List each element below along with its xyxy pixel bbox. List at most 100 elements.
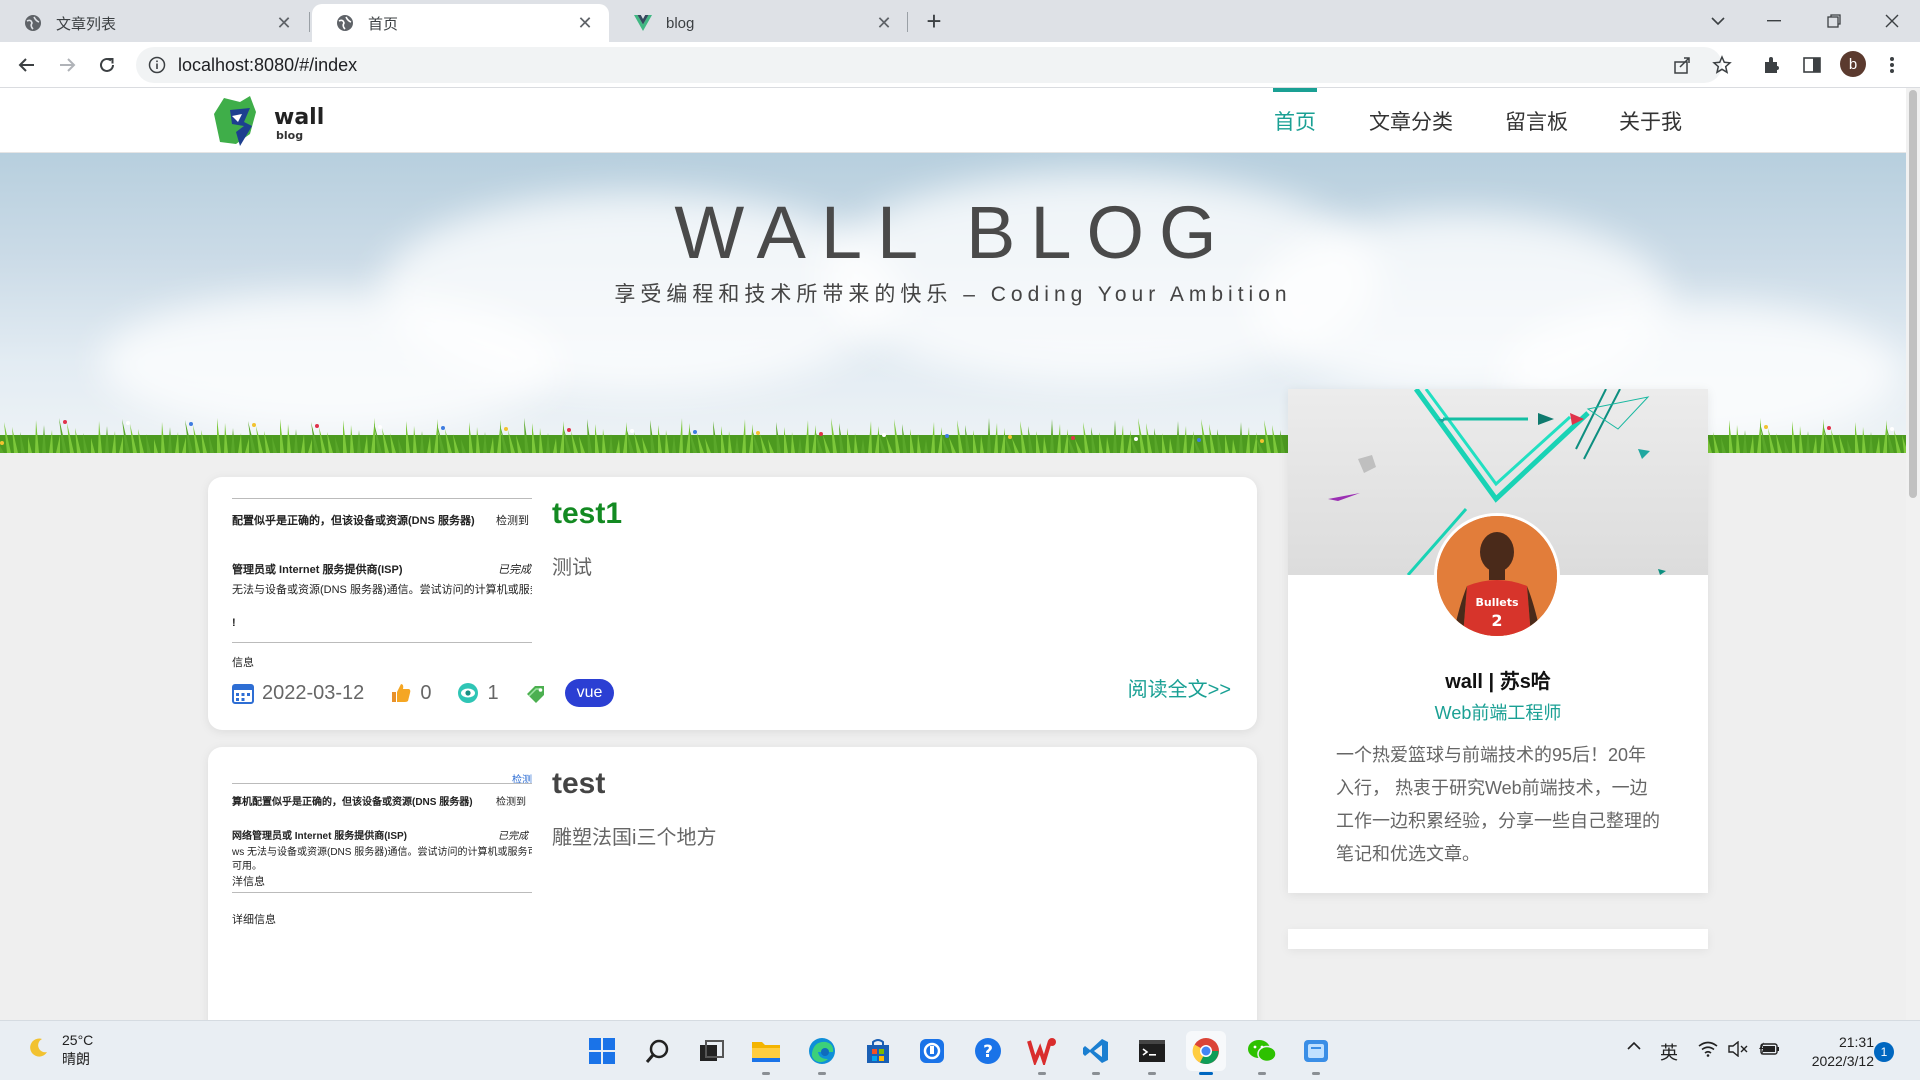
back-icon[interactable] bbox=[13, 51, 41, 79]
thumb-line: 详细信息 bbox=[232, 914, 276, 926]
article-title[interactable]: test bbox=[552, 767, 605, 801]
article-card[interactable]: 检测 算机配置似乎是正确的，但该设备或资源(DNS 服务器) 检测到 网络管理员… bbox=[208, 747, 1257, 1020]
windows-taskbar: 25°C 晴朗 ? 英 21:31 2022/3/12 1 bbox=[0, 1020, 1920, 1080]
running-indicator bbox=[762, 1072, 770, 1075]
jersey-text: Bullets bbox=[1475, 596, 1518, 609]
nav-categories[interactable]: 文章分类 bbox=[1369, 88, 1453, 153]
logo-text: wall bbox=[274, 105, 324, 130]
system-clock[interactable]: 21:31 2022/3/12 bbox=[1784, 1033, 1874, 1071]
nav-message-board[interactable]: 留言板 bbox=[1505, 88, 1568, 153]
article-title[interactable]: test1 bbox=[552, 497, 622, 531]
nav-home[interactable]: 首页 bbox=[1273, 88, 1317, 153]
author-avatar: Bullets 2 bbox=[1434, 513, 1560, 639]
bookmark-star-icon[interactable] bbox=[1710, 53, 1734, 77]
browser-toolbar: localhost:8080/#/index bbox=[0, 42, 1920, 88]
address-bar[interactable]: localhost:8080/#/index bbox=[136, 47, 1722, 83]
terminal-icon[interactable] bbox=[1132, 1031, 1172, 1075]
nav-about[interactable]: 关于我 bbox=[1619, 88, 1682, 153]
input-method-indicator[interactable]: 英 bbox=[1660, 1039, 1678, 1065]
tab-search-icon[interactable] bbox=[1690, 0, 1746, 42]
volume-muted-icon[interactable] bbox=[1728, 1040, 1748, 1062]
tag-badge[interactable]: vue bbox=[564, 679, 615, 707]
wechat-icon[interactable] bbox=[1242, 1031, 1282, 1075]
weather-temp: 25°C bbox=[62, 1032, 94, 1048]
tab-title: 文章列表 bbox=[56, 15, 117, 33]
more-menu-icon[interactable] bbox=[1880, 53, 1904, 77]
article-description: 测试 bbox=[552, 557, 592, 579]
store-icon[interactable] bbox=[858, 1031, 898, 1071]
close-tab-icon[interactable]: ✕ bbox=[274, 13, 294, 33]
site-logo[interactable]: wall blog bbox=[210, 92, 330, 150]
page-viewport: wall blog 首页 文章分类 留言板 关于我 WALL BLOG 享受编程… bbox=[0, 88, 1906, 1020]
tab-article-list[interactable]: 文章列表 ✕ bbox=[0, 4, 308, 42]
minimize-icon[interactable] bbox=[1746, 0, 1802, 42]
close-tab-icon[interactable]: ✕ bbox=[874, 13, 894, 33]
chrome-icon[interactable] bbox=[1186, 1031, 1226, 1075]
battery-icon[interactable] bbox=[1758, 1041, 1780, 1062]
start-icon[interactable] bbox=[582, 1031, 622, 1071]
tab-title: blog bbox=[666, 14, 695, 32]
close-window-icon[interactable] bbox=[1864, 0, 1920, 42]
thumb-line: 无法与设备或资源(DNS 服务器)通信。尝试访问的计算机或服务 bbox=[232, 584, 532, 596]
clock-date: 2022/3/12 bbox=[1811, 1053, 1874, 1069]
svg-text:?: ? bbox=[983, 1042, 993, 1062]
weather-widget[interactable]: 25°C 晴朗 bbox=[26, 1031, 93, 1069]
thumb-rule bbox=[232, 783, 532, 784]
article-likes[interactable]: 0 bbox=[390, 682, 431, 705]
chevron-up-icon[interactable] bbox=[1626, 1038, 1642, 1059]
tab-blog[interactable]: blog ✕ bbox=[610, 4, 908, 42]
tab-title: 首页 bbox=[368, 15, 399, 33]
page-scrollbar[interactable] bbox=[1906, 88, 1920, 1020]
tab-divider bbox=[907, 12, 908, 32]
side-panel-icon[interactable] bbox=[1800, 53, 1824, 77]
thumb-line: ws 无法与设备或资源(DNS 服务器)通信。尝试访问的计算机或服务可能 bbox=[232, 847, 532, 858]
notepad-app-icon[interactable] bbox=[1296, 1031, 1336, 1075]
clock-time: 21:31 bbox=[1838, 1034, 1874, 1050]
task-view-icon[interactable] bbox=[692, 1031, 732, 1071]
cloud-decoration bbox=[100, 293, 560, 433]
calendar-icon bbox=[232, 682, 254, 704]
vscode-icon[interactable] bbox=[1076, 1031, 1116, 1075]
file-explorer-icon[interactable] bbox=[746, 1031, 786, 1075]
article-date: 2022-03-12 bbox=[232, 682, 364, 705]
restore-icon[interactable] bbox=[1806, 0, 1862, 42]
profile-avatar[interactable]: b bbox=[1840, 51, 1866, 77]
extensions-icon[interactable] bbox=[1760, 53, 1784, 77]
site-header: wall blog 首页 文章分类 留言板 关于我 bbox=[0, 88, 1906, 153]
article-thumbnail: 检测 算机配置似乎是正确的，但该设备或资源(DNS 服务器) 检测到 网络管理员… bbox=[232, 767, 532, 942]
nav-about-label: 关于我 bbox=[1619, 110, 1682, 134]
wifi-icon[interactable] bbox=[1698, 1041, 1718, 1062]
weather-desc: 晴朗 bbox=[62, 1051, 90, 1067]
thumb-line: 管理员或 Internet 服务提供商(ISP) bbox=[232, 564, 403, 576]
read-more-link[interactable]: 阅读全文>> bbox=[1128, 673, 1231, 702]
help-icon[interactable]: ? bbox=[968, 1031, 1008, 1071]
tab-divider bbox=[309, 12, 310, 32]
thumb-line: 已完成 bbox=[498, 564, 531, 576]
article-card[interactable]: 配置似乎是正确的，但该设备或资源(DNS 服务器) 检测到 管理员或 Inter… bbox=[208, 477, 1257, 730]
forward-icon[interactable] bbox=[53, 51, 81, 79]
article-views: 1 bbox=[457, 682, 499, 705]
tab-home[interactable]: 首页 ✕ bbox=[312, 4, 609, 42]
wps-office-icon[interactable] bbox=[1022, 1031, 1062, 1075]
scrollbar-thumb[interactable] bbox=[1909, 90, 1917, 498]
search-icon[interactable] bbox=[638, 1031, 678, 1071]
article-likes-count: 0 bbox=[420, 681, 432, 704]
browser-tab-strip: 文章列表 ✕ 首页 ✕ blog ✕ + bbox=[0, 0, 1920, 42]
notification-badge[interactable]: 1 bbox=[1874, 1042, 1894, 1062]
vue-icon bbox=[634, 14, 652, 32]
article-tags bbox=[525, 682, 555, 704]
share-icon[interactable] bbox=[1670, 53, 1694, 77]
site-info-icon[interactable] bbox=[148, 56, 166, 74]
banner-subtitle: 享受编程和技术所带来的快乐 – Coding Your Ambition bbox=[614, 283, 1292, 306]
running-indicator bbox=[818, 1072, 826, 1075]
author-profile-card: Bullets 2 wall | 苏s哈 Web前端工程师 一个热爱篮球与前端技… bbox=[1288, 389, 1708, 893]
close-tab-icon[interactable]: ✕ bbox=[575, 13, 595, 33]
new-tab-button[interactable]: + bbox=[918, 6, 950, 38]
mail-app-icon[interactable] bbox=[912, 1031, 952, 1071]
reload-icon[interactable] bbox=[93, 51, 121, 79]
thumb-line: 洋信息 bbox=[232, 876, 265, 888]
edge-icon[interactable] bbox=[802, 1031, 842, 1075]
thumb-rule bbox=[232, 642, 532, 643]
thumb-line: 信息 bbox=[232, 657, 254, 669]
running-indicator bbox=[1092, 1072, 1100, 1075]
